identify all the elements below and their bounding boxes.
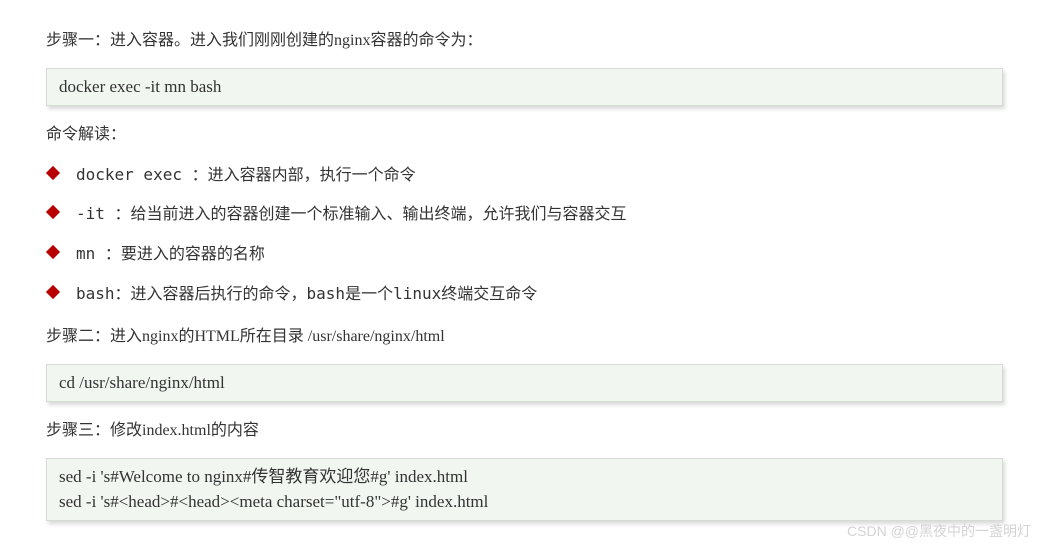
bullet-item: bash：进入容器后执行的命令，bash是一个linux终端交互命令 (46, 281, 1003, 307)
bullet-item: mn ：要进入的容器的名称 (46, 241, 1003, 267)
step3-text: 步骤三：修改index.html的内容 (46, 418, 1003, 444)
interpret-label: 命令解读： (46, 122, 1003, 148)
step3-code: sed -i 's#Welcome to nginx#传智教育欢迎您#g' in… (46, 458, 1003, 521)
bullet-item: -it ：给当前进入的容器创建一个标准输入、输出终端，允许我们与容器交互 (46, 201, 1003, 227)
step3-code-line1: sed -i 's#Welcome to nginx#传智教育欢迎您#g' in… (59, 465, 990, 490)
step1-code: docker exec -it mn bash (46, 68, 1003, 107)
bullet-item: docker exec ：进入容器内部，执行一个命令 (46, 162, 1003, 188)
bullet-list: docker exec ：进入容器内部，执行一个命令 -it ：给当前进入的容器… (46, 162, 1003, 306)
step1-text: 步骤一：进入容器。进入我们刚刚创建的nginx容器的命令为： (46, 28, 1003, 54)
step3-code-line2: sed -i 's#<head>#<head><meta charset="ut… (59, 490, 990, 515)
step2-code: cd /usr/share/nginx/html (46, 364, 1003, 403)
watermark: CSDN @@黑夜中的一盏明灯 (847, 521, 1031, 541)
step2-text: 步骤二：进入nginx的HTML所在目录 /usr/share/nginx/ht… (46, 324, 1003, 350)
